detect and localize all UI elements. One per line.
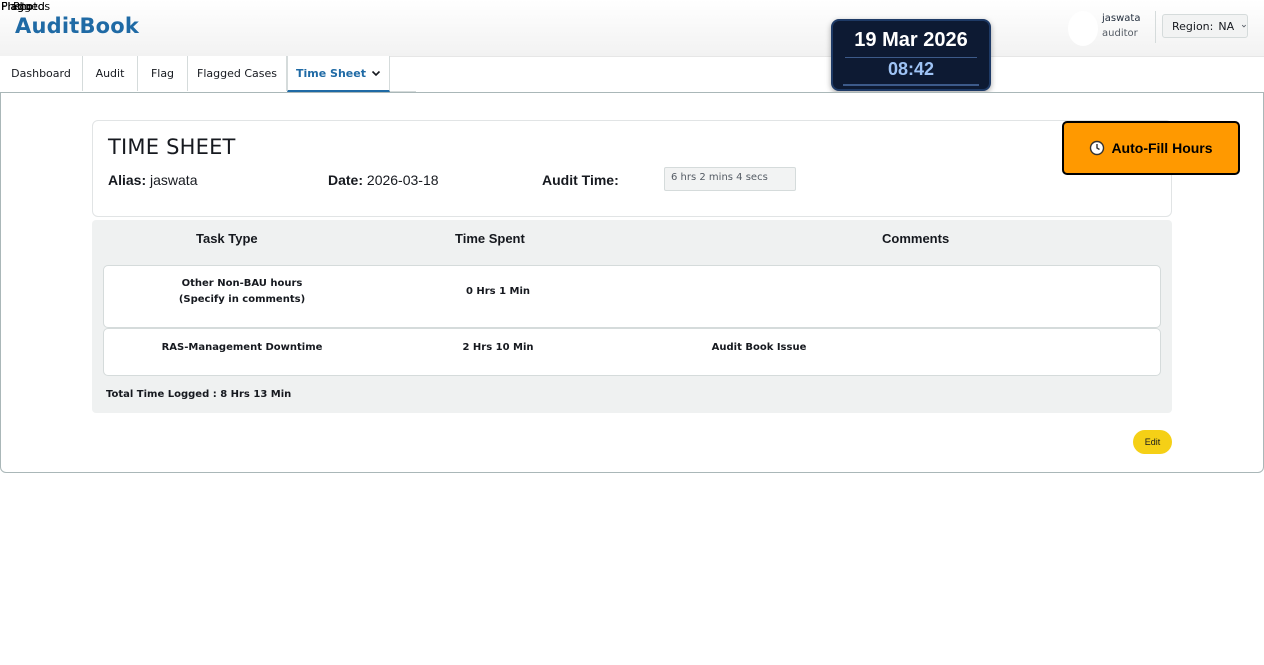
- region-select[interactable]: Region: NA: [1162, 14, 1248, 38]
- chevron-down-icon: [371, 70, 381, 77]
- page: AuditBook jaswata auditor Region: NA Pho…: [0, 0, 1264, 665]
- tab-label: Flagged Cases: [197, 67, 277, 80]
- task-type-cell: Other Non-BAU hours (Specify in comments…: [142, 276, 342, 308]
- tab-label: Time Sheet: [296, 66, 366, 80]
- tab-label: Audit: [95, 67, 125, 80]
- clock-date: 19 Mar 2026: [854, 29, 968, 51]
- alias-label: Alias:: [108, 172, 147, 188]
- audit-time-field: Audit Time:: [542, 172, 619, 188]
- tab-time-sheet[interactable]: Time Sheet: [287, 56, 390, 92]
- user-name: jaswata: [1102, 13, 1141, 24]
- tab-label: Dashboard: [11, 67, 71, 80]
- tab-label: Flag: [150, 67, 175, 80]
- region-value: NA: [1218, 19, 1235, 33]
- auto-fill-hours-button[interactable]: Auto-Fill Hours: [1062, 121, 1240, 175]
- clock-icon: [1090, 140, 1105, 156]
- audit-time-input: 6 hrs 2 mins 4 secs: [664, 167, 796, 191]
- time-spent-cell: 2 Hrs 10 Min: [462, 342, 534, 353]
- alias-value: jaswata: [150, 172, 198, 188]
- avatar[interactable]: [1068, 11, 1098, 46]
- header-divider: [1155, 11, 1156, 43]
- tab-flag[interactable]: Flag: [138, 56, 188, 91]
- header-time-spent: Time Spent: [455, 231, 525, 246]
- total-time-logged: Total Time Logged : 8 Hrs 13 Min: [106, 389, 292, 400]
- page-title: TIME SHEET: [108, 135, 236, 159]
- overlap-text-4: Flagged: [1, 0, 45, 13]
- tab-audit[interactable]: Audit: [83, 56, 138, 91]
- date-label: Date:: [328, 172, 364, 188]
- time-spent-cell: 0 Hrs 1 Min: [465, 286, 531, 297]
- date-value: 2026-03-18: [366, 172, 439, 188]
- comment-cell: Audit Book Issue: [711, 342, 807, 353]
- task-type-line2: (Specify in comments): [178, 294, 306, 305]
- region-label: Region:: [1172, 19, 1214, 33]
- chevron-down-icon: [1242, 24, 1247, 28]
- tab-flagged-cases[interactable]: Flagged Cases: [188, 56, 287, 91]
- brand-logo[interactable]: AuditBook: [15, 14, 139, 38]
- audit-time-label: Audit Time:: [542, 172, 619, 188]
- task-type-cell: RAS-Management Downtime: [161, 342, 323, 353]
- alias-field: Alias: jaswata: [108, 172, 197, 188]
- edit-button[interactable]: Edit: [1133, 430, 1172, 454]
- header-bar: AuditBook jaswata auditor Region: NA: [0, 0, 1264, 57]
- tab-dashboard[interactable]: Dashboard: [0, 56, 83, 91]
- date-field: Date: 2026-03-18: [328, 172, 439, 188]
- auto-fill-label: Auto-Fill Hours: [1111, 140, 1213, 156]
- header-task-type: Task Type: [196, 231, 258, 246]
- timesheet-card: [92, 120, 1172, 217]
- task-type-line1: Other Non-BAU hours: [181, 278, 303, 289]
- user-role: auditor: [1102, 28, 1138, 39]
- header-comments: Comments: [882, 231, 950, 246]
- tab-bar: Dashboard Audit Flag Flagged Cases Time …: [0, 56, 1264, 92]
